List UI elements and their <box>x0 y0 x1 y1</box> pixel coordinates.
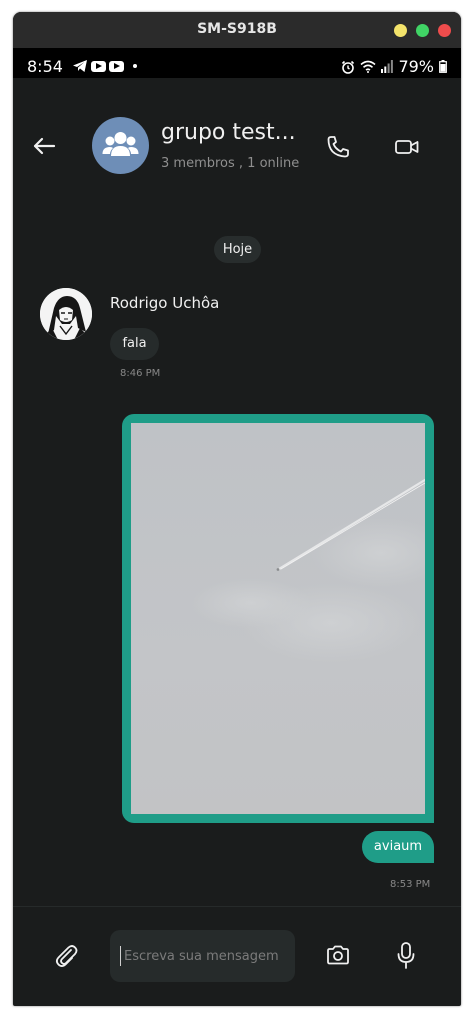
window-titlebar: SM-S918B <box>13 12 461 48</box>
incoming-message-bubble[interactable]: fala <box>110 328 159 360</box>
maximize-button[interactable] <box>416 24 429 37</box>
microphone-icon[interactable] <box>395 941 417 971</box>
group-name[interactable]: grupo test... <box>161 120 296 145</box>
sender-name: Rodrigo Uchôa <box>110 294 220 312</box>
minimize-button[interactable] <box>394 24 407 37</box>
youtube-icon <box>91 60 106 72</box>
sky-airplane-photo[interactable] <box>131 423 425 814</box>
incoming-message-time: 8:46 PM <box>120 368 161 379</box>
video-camera-icon[interactable] <box>393 134 421 160</box>
wifi-icon <box>360 60 376 73</box>
outgoing-message-bubble[interactable]: aviaum <box>362 831 434 863</box>
message-input-container[interactable] <box>110 930 295 982</box>
status-time: 8:54 <box>27 57 63 76</box>
outgoing-message-time: 8:53 PM <box>390 879 431 890</box>
device-window: SM-S918B 8:54 79% grupo test... 3 membro… <box>13 12 461 1006</box>
battery-icon <box>439 60 447 73</box>
group-avatar[interactable] <box>92 117 149 174</box>
battery-percent: 79% <box>398 57 434 76</box>
sky-photo-image <box>131 423 425 814</box>
alarm-icon <box>342 60 355 74</box>
system-icons: 79% <box>341 57 447 76</box>
anime-character-avatar-icon <box>40 288 92 340</box>
telegram-icon <box>73 60 87 72</box>
group-members-status: 3 membros , 1 online <box>161 156 300 171</box>
close-button[interactable] <box>438 24 451 37</box>
chat-header: grupo test... 3 membros , 1 online <box>13 78 461 208</box>
outgoing-image-message[interactable] <box>122 414 434 823</box>
sender-avatar[interactable] <box>40 288 92 340</box>
group-icon <box>102 132 139 156</box>
camera-icon[interactable] <box>325 942 351 968</box>
date-separator: Hoje <box>214 236 261 263</box>
more-notifications-dot-icon <box>133 64 137 68</box>
paperclip-icon[interactable] <box>53 942 79 970</box>
signal-icon <box>381 60 394 73</box>
notification-icons <box>72 58 137 74</box>
phone-icon[interactable] <box>325 134 351 160</box>
message-input[interactable] <box>120 946 288 966</box>
composer-divider <box>13 906 461 907</box>
youtube-icon <box>109 60 124 72</box>
back-arrow-icon[interactable] <box>29 134 59 158</box>
status-bar: 8:54 79% <box>13 48 461 78</box>
